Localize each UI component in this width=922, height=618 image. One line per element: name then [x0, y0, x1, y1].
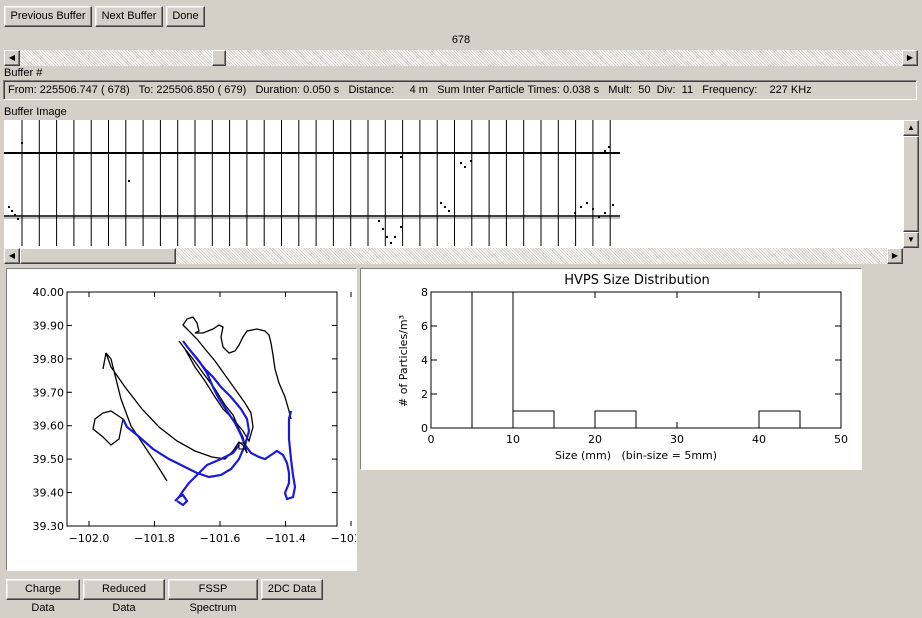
particle-pixel: [400, 226, 402, 228]
particle-pixel: [386, 236, 388, 238]
map-y-tick-label: 39.40: [33, 487, 65, 500]
buffer-number-label: Buffer #: [4, 67, 43, 79]
chart-y-tick-label: 2: [421, 388, 428, 401]
flight-track-black: [92, 316, 292, 482]
slider-track[interactable]: [20, 50, 902, 66]
map-y-tick-label: 39.70: [33, 386, 65, 399]
done-button[interactable]: Done: [166, 6, 205, 27]
chart-x-tick-label: 0: [428, 433, 435, 446]
slider-thumb[interactable]: [212, 50, 226, 66]
particle-pixel: [448, 210, 450, 212]
histogram-bar: [758, 410, 801, 428]
histogram-bar: [594, 410, 637, 428]
info-duration: Duration: 0.050 s: [255, 84, 340, 96]
particle-pixel: [608, 146, 610, 148]
buffer-slider[interactable]: ◀ ▶: [4, 50, 918, 66]
particle-pixel: [604, 212, 606, 214]
chart-y-label: # of Particles/m³: [397, 315, 410, 407]
particle-pixel: [612, 204, 614, 206]
image-hscrollbar[interactable]: ◀ ▶: [4, 248, 903, 264]
image-scroll-right-icon[interactable]: ▶: [887, 248, 903, 264]
particle-pixel: [464, 166, 466, 168]
flight-track-plot: 40.00 39.90 39.80 39.70 39.60 39.50 39.40 39.30…: [33, 286, 357, 545]
map-x-tick-label: −101.6: [200, 532, 241, 545]
chart-title: HVPS Size Distribution: [564, 273, 710, 288]
map-y-tick-label: 39.30: [33, 520, 65, 533]
particle-pixel: [598, 216, 600, 218]
map-y-tick-label: 39.80: [33, 353, 65, 366]
image-scroll-down-icon[interactable]: ▼: [903, 232, 919, 248]
chart-x-label: Size (mm) (bin-size = 5mm): [555, 449, 717, 462]
particle-pixel: [574, 212, 576, 214]
2dc-data-button[interactable]: 2DC Data: [261, 579, 323, 600]
map-y-tick-label: 39.90: [33, 319, 65, 332]
fssp-spectrum-button[interactable]: FSSP Spectrum: [168, 579, 258, 614]
particle-pixel: [14, 214, 16, 216]
particle-pixel: [17, 218, 19, 220]
info-from: From: 225506.747 ( 678): [8, 84, 130, 96]
info-sum-times: Sum Inter Particle Times: 0.038 s: [437, 84, 600, 96]
image-hscroll-track[interactable]: [176, 248, 887, 264]
particle-pixel: [394, 236, 396, 238]
particle-pixel: [440, 202, 442, 204]
info-to: To: 225506.850 ( 679): [138, 84, 247, 96]
particle-pixel: [586, 202, 588, 204]
map-y-tick-label: 39.50: [33, 453, 65, 466]
slider-left-arrow-icon[interactable]: ◀: [4, 50, 20, 66]
map-x-tick-label: −101.8: [134, 532, 175, 545]
slider-right-arrow-icon[interactable]: ▶: [902, 50, 918, 66]
chart-x-tick-label: 20: [588, 433, 602, 446]
size-distribution-panel: HVPS Size Distribution 02468 0 10 20 30 40 50…: [360, 268, 862, 470]
particle-pixel: [604, 150, 606, 152]
buffer-image: [4, 120, 620, 246]
buffer-number-value: 678: [451, 34, 471, 46]
info-mult: Mult: 50: [608, 84, 651, 96]
map-x-tick-label: −102.0: [69, 532, 110, 545]
map-x-tick-label: −101.2: [331, 532, 356, 545]
particle-pixel: [390, 242, 392, 244]
particle-pixel: [400, 156, 402, 158]
image-scroll-up-icon[interactable]: ▲: [903, 120, 919, 136]
chart-x-tick-label: 10: [506, 433, 520, 446]
chart-x-tick-label: 50: [834, 433, 848, 446]
info-frequency: Frequency: 227 KHz: [702, 84, 812, 96]
next-buffer-button[interactable]: Next Buffer: [95, 6, 163, 27]
chart-y-tick-label: 6: [421, 320, 428, 333]
image-hscroll-thumb[interactable]: [20, 248, 176, 264]
particle-pixel: [444, 206, 446, 208]
particle-pixel: [382, 228, 384, 230]
size-distribution-chart: HVPS Size Distribution 02468 0 10 20 30 40 50…: [397, 273, 848, 462]
particle-pixel: [460, 162, 462, 164]
previous-buffer-button[interactable]: Previous Buffer: [4, 6, 92, 27]
chart-y-tick-label: 8: [421, 286, 428, 299]
flight-track-blue: [122, 340, 297, 507]
chart-x-tick-label: 40: [752, 433, 766, 446]
particle-pixel: [470, 160, 472, 162]
buffer-info-bar: From: 225506.747 ( 678) To: 225506.850 (…: [3, 80, 917, 100]
map-y-tick-label: 40.00: [33, 286, 65, 299]
histogram-bar: [512, 410, 555, 428]
info-distance: Distance: 4 m: [348, 84, 428, 96]
particle-pixel: [11, 210, 13, 212]
image-vscroll-thumb[interactable]: [903, 136, 919, 232]
particle-pixel: [21, 142, 23, 144]
histogram-bar: [471, 291, 514, 428]
particle-pixel: [592, 208, 594, 210]
particle-pixel: [128, 180, 130, 182]
map-y-tick-label: 39.60: [33, 420, 65, 433]
chart-y-tick-label: 4: [421, 354, 428, 367]
reduced-data-button[interactable]: Reduced Data: [83, 579, 165, 614]
info-div: Div: 11: [656, 84, 694, 96]
particle-pixel: [378, 220, 380, 222]
map-x-tick-label: −101.4: [265, 532, 306, 545]
image-scroll-left-icon[interactable]: ◀: [4, 248, 20, 264]
particle-pixel: [8, 206, 10, 208]
particle-pixel: [580, 206, 582, 208]
chart-x-tick-label: 30: [670, 433, 684, 446]
particle-pixel: [404, 152, 406, 154]
buffer-image-label: Buffer Image: [4, 106, 67, 118]
buffer-image-panel: [4, 120, 903, 248]
flight-track-panel: 40.00 39.90 39.80 39.70 39.60 39.50 39.40 39.30…: [6, 268, 357, 571]
charge-data-button[interactable]: Charge Data: [6, 579, 80, 614]
